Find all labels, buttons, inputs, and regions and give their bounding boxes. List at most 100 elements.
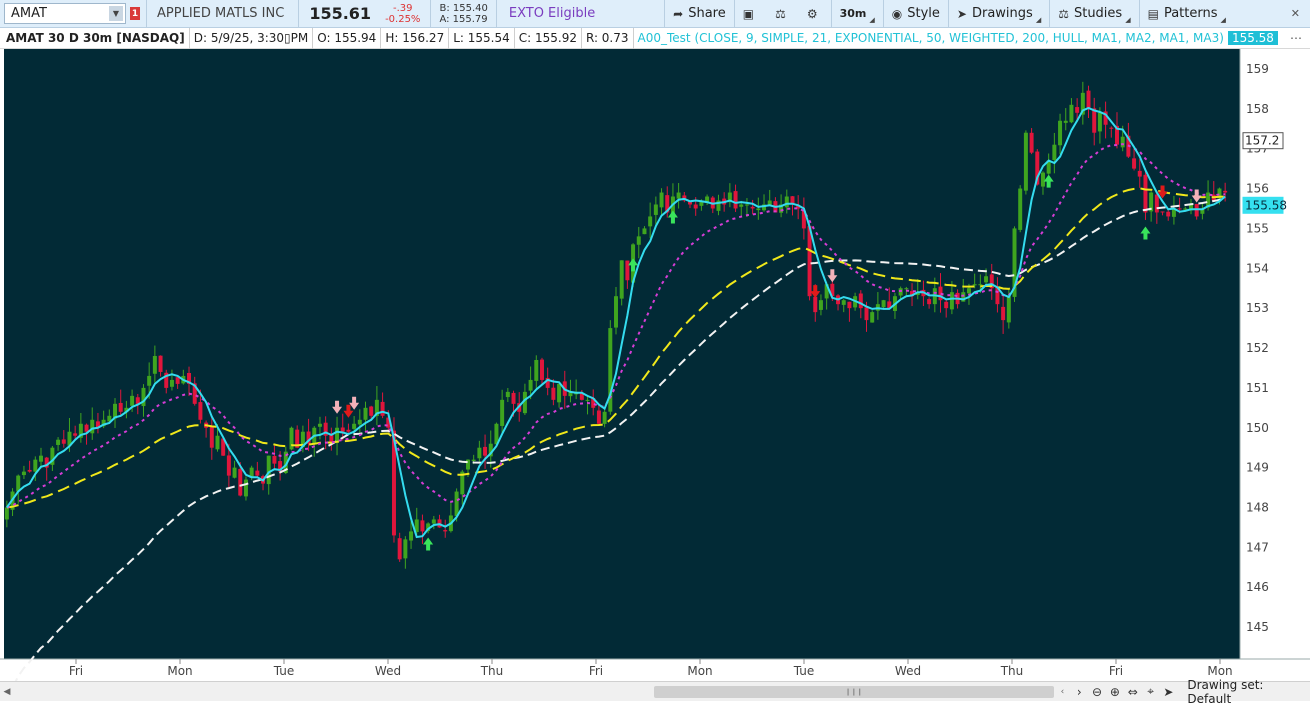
crosshair-icon[interactable]: ⌖ bbox=[1142, 684, 1160, 699]
candle-body bbox=[243, 479, 248, 497]
candle-body bbox=[238, 468, 243, 496]
share-button[interactable]: ➦ Share bbox=[665, 0, 734, 28]
flask-button[interactable]: ⚖ bbox=[767, 0, 799, 28]
candle-body bbox=[739, 204, 744, 207]
x-tick-label: Mon bbox=[687, 664, 712, 678]
drawings-button[interactable]: ➤ Drawings ◢ bbox=[949, 0, 1049, 28]
candle-body bbox=[557, 383, 562, 403]
company-name: APPLIED MATLS INC bbox=[157, 6, 285, 21]
y-tick-label: 153 bbox=[1246, 301, 1269, 315]
zoom-out-icon[interactable]: ⊖ bbox=[1088, 685, 1106, 699]
drawing-set-label[interactable]: Drawing set: Default bbox=[1187, 678, 1310, 706]
more-icon[interactable]: ⋯ bbox=[1290, 31, 1302, 45]
candle-body bbox=[847, 301, 852, 309]
cursor-icon: ➤ bbox=[956, 6, 967, 21]
candle-body bbox=[21, 471, 26, 476]
price-change: -.39 -0.25% bbox=[381, 3, 430, 25]
corner-arrow-icon: ◢ bbox=[1035, 15, 1042, 24]
candle-body bbox=[636, 236, 641, 245]
chart-scrollbar[interactable]: ◀ ❙❙❙ ‹ › ⊖ ⊕ ⇔ ⌖ ➤ Drawing set: Default bbox=[0, 678, 1310, 706]
timeframe-label: 30m bbox=[839, 7, 867, 20]
candle-body bbox=[397, 538, 402, 560]
palette-icon: ◉ bbox=[891, 6, 903, 21]
candle-body bbox=[756, 208, 761, 211]
candle-body bbox=[56, 439, 61, 445]
study-legend[interactable]: A00_Test (CLOSE, 9, SIMPLE, 21, EXPONENT… bbox=[634, 28, 1306, 49]
y-tick-label: 159 bbox=[1246, 62, 1269, 76]
settings-button[interactable]: ⚙ bbox=[799, 0, 831, 28]
pan-icon[interactable]: ⇔ bbox=[1124, 685, 1142, 699]
y-tick-label: 146 bbox=[1246, 580, 1269, 594]
candle-body bbox=[4, 507, 9, 520]
candle-body bbox=[642, 228, 647, 235]
candle-body bbox=[944, 301, 949, 309]
bid-ask: B: 155.40 A: 155.79 bbox=[431, 3, 495, 25]
studies-label: Studies bbox=[1073, 6, 1123, 21]
bar-low: L: 155.54 bbox=[449, 27, 515, 49]
candle-body bbox=[232, 467, 237, 478]
candle-body bbox=[505, 391, 510, 398]
candle-body bbox=[147, 375, 152, 386]
scroll-track[interactable]: ❙❙❙ bbox=[14, 685, 1055, 699]
corner-arrow-icon: ◢ bbox=[1125, 15, 1131, 24]
x-tick-label: Fri bbox=[1109, 664, 1123, 678]
alert-badge[interactable]: 1 bbox=[130, 7, 140, 20]
candle-body bbox=[352, 423, 357, 429]
patterns-button[interactable]: ▤ Patterns ◢ bbox=[1140, 0, 1234, 28]
candle-body bbox=[369, 406, 374, 416]
exto-eligible-label[interactable]: EXTO Eligible bbox=[497, 6, 607, 21]
price-chart[interactable]: 1451461471481491501511521531541551561571… bbox=[0, 49, 1310, 681]
candle-body bbox=[500, 399, 505, 426]
candle-body bbox=[61, 439, 66, 444]
x-tick-label: Wed bbox=[375, 664, 401, 678]
candle-body bbox=[614, 296, 618, 328]
y-tick-label: 149 bbox=[1246, 461, 1269, 475]
x-tick-label: Mon bbox=[1207, 664, 1232, 678]
chart-area[interactable]: 1451461471481491501511521531541551561571… bbox=[0, 49, 1310, 681]
candle-body bbox=[539, 359, 544, 380]
candle-body bbox=[1040, 172, 1045, 187]
x-tick-label: Mon bbox=[167, 664, 192, 678]
candle-body bbox=[676, 192, 681, 199]
zoom-in-icon[interactable]: ⊕ bbox=[1106, 685, 1124, 699]
x-tick-label: Wed bbox=[895, 664, 921, 678]
candle-body bbox=[357, 419, 362, 425]
pointer-icon[interactable]: ➤ bbox=[1160, 685, 1178, 699]
candle-body bbox=[858, 293, 863, 309]
candle-body bbox=[152, 355, 157, 374]
scroll-left-arrow-icon[interactable]: ◀ bbox=[0, 687, 14, 697]
candle-body bbox=[255, 470, 260, 476]
candle-body bbox=[226, 455, 231, 476]
candle-body bbox=[927, 299, 932, 305]
candle-body bbox=[118, 402, 123, 412]
candle-body bbox=[1132, 158, 1137, 169]
candle-body bbox=[528, 379, 533, 391]
camera-icon: ▣ bbox=[742, 6, 755, 21]
snapshot-button[interactable]: ▣ bbox=[735, 0, 767, 28]
symbol-input[interactable]: AMAT ▼ bbox=[4, 3, 126, 24]
price-axis-marker-label: 155.58 bbox=[1245, 198, 1287, 212]
scroll-forward-icon[interactable]: › bbox=[1070, 685, 1088, 699]
candle-body bbox=[625, 260, 630, 281]
scroll-thumb[interactable]: ❙❙❙ bbox=[653, 685, 1054, 698]
chevron-down-icon[interactable]: ▼ bbox=[109, 6, 123, 21]
candle-body bbox=[1160, 211, 1165, 213]
style-label: Style bbox=[907, 6, 940, 21]
style-button[interactable]: ◉ Style bbox=[884, 0, 948, 28]
studies-button[interactable]: ⚖ Studies ◢ bbox=[1050, 0, 1138, 28]
candle-body bbox=[209, 426, 214, 448]
close-icon[interactable]: ✕ bbox=[1291, 7, 1300, 20]
y-tick-label: 152 bbox=[1246, 341, 1269, 355]
candle-body bbox=[272, 455, 277, 464]
candle-body bbox=[363, 407, 368, 420]
candle-body bbox=[949, 292, 954, 310]
symbol-value: AMAT bbox=[11, 6, 47, 21]
patterns-icon: ▤ bbox=[1147, 6, 1159, 21]
candle-body bbox=[585, 399, 590, 401]
timeframe-button[interactable]: 30m ◢ bbox=[832, 0, 883, 28]
top-toolbar: AMAT ▼ 1 APPLIED MATLS INC 155.61 -.39 -… bbox=[0, 0, 1310, 28]
scroll-back-icon[interactable]: ‹ bbox=[1054, 687, 1070, 697]
study-label: A00_Test (CLOSE, 9, SIMPLE, 21, EXPONENT… bbox=[637, 31, 1224, 45]
candle-body bbox=[39, 455, 43, 462]
chart-title[interactable]: AMAT 30 D 30m [NASDAQ] bbox=[0, 27, 190, 49]
